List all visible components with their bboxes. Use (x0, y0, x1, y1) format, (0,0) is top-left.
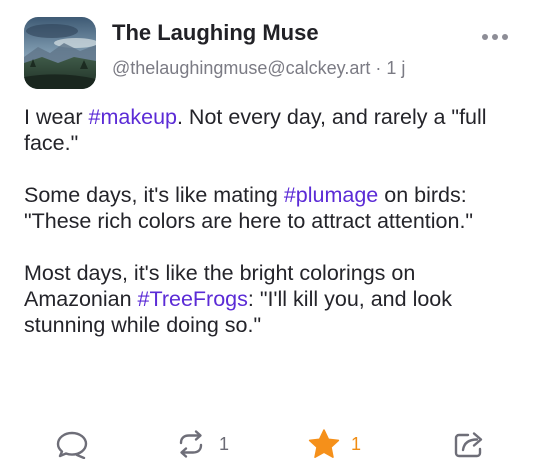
boost-button[interactable]: 1 (173, 426, 229, 462)
hashtag-link[interactable]: #plumage (284, 183, 378, 207)
post-paragraph: Most days, it's like the bright coloring… (24, 260, 516, 338)
favourite-count: 1 (351, 433, 362, 454)
share-icon (454, 432, 483, 458)
avatar[interactable] (24, 17, 96, 89)
author-handle-line: @thelaughingmuse@calckey.art · 1 j (112, 58, 405, 79)
share-button[interactable] (453, 426, 487, 462)
meta-separator: · (375, 58, 382, 78)
more-options-button[interactable] (478, 28, 512, 46)
author-handle[interactable]: @thelaughingmuse@calckey.art (112, 58, 370, 78)
boost-count: 1 (219, 433, 230, 454)
paragraph-text: I wear (24, 105, 89, 129)
author-display-name[interactable]: The Laughing Muse (112, 20, 319, 46)
boost-repeat-icon (179, 430, 203, 458)
star-icon (308, 429, 340, 458)
reply-bubble-icon (56, 431, 88, 459)
post-paragraph: Some days, it's like mating #plumage on … (24, 182, 516, 234)
reply-button[interactable] (55, 426, 89, 462)
more-horizontal-icon (482, 34, 508, 40)
post-card: The Laughing Muse @thelaughingmuse@calck… (0, 0, 540, 470)
misty-landscape-avatar-icon (24, 17, 96, 89)
post-paragraph: I wear #makeup. Not every day, and rarel… (24, 104, 516, 156)
post-content: I wear #makeup. Not every day, and rarel… (24, 104, 516, 364)
hashtag-link[interactable]: #makeup (89, 105, 177, 129)
hashtag-link[interactable]: #TreeFrogs (138, 287, 248, 311)
post-actions-bar: 1 1 (0, 426, 540, 462)
post-time[interactable]: 1 j (386, 58, 405, 78)
paragraph-text: Some days, it's like mating (24, 183, 284, 207)
favourite-button[interactable]: 1 (307, 426, 361, 462)
